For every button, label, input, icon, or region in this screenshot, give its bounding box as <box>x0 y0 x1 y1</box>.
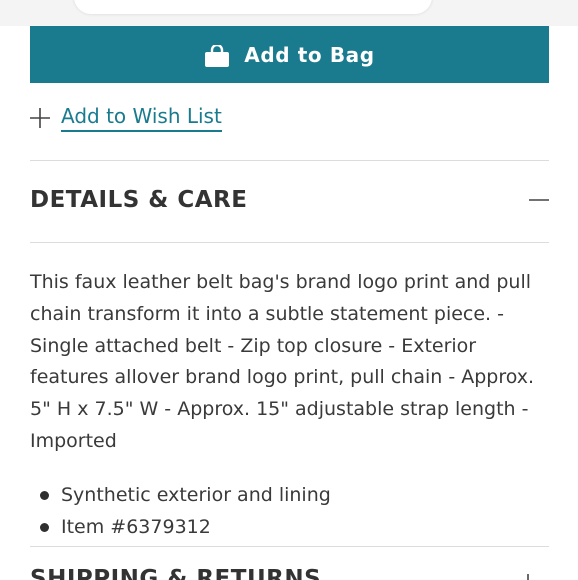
bullet-text: Item #6379312 <box>61 515 211 538</box>
details-bullet-list: Synthetic exterior and lining Item #6379… <box>30 480 331 543</box>
divider <box>30 546 549 547</box>
search-pill[interactable] <box>74 0 432 14</box>
list-item: Item #6379312 <box>30 512 331 544</box>
add-to-bag-button[interactable]: Add to Bag <box>30 26 549 83</box>
product-description: This faux leather belt bag's brand logo … <box>30 271 535 452</box>
product-page: Add to Bag Add to Wish List DETAILS & CA… <box>0 0 578 580</box>
plus-icon[interactable] <box>518 574 538 580</box>
add-to-wishlist-link[interactable]: Add to Wish List <box>30 104 222 132</box>
bullet-dot <box>40 491 49 501</box>
list-item: Synthetic exterior and lining <box>30 480 331 512</box>
shopping-bag-icon <box>204 43 230 67</box>
details-care-title: DETAILS & CARE <box>30 187 248 213</box>
divider <box>30 242 549 243</box>
bullet-text: Synthetic exterior and lining <box>61 484 331 506</box>
plus-icon <box>30 108 50 128</box>
shipping-returns-header[interactable]: SHIPPING & RETURNS <box>30 564 549 580</box>
top-bar <box>0 0 578 26</box>
minus-icon[interactable] <box>529 190 549 210</box>
add-to-wishlist-label: Add to Wish List <box>61 104 222 132</box>
shipping-returns-title: SHIPPING & RETURNS <box>30 566 322 580</box>
divider <box>30 160 549 161</box>
details-care-header[interactable]: DETAILS & CARE <box>30 187 549 213</box>
add-to-bag-label: Add to Bag <box>244 42 375 67</box>
bullet-dot <box>40 522 49 532</box>
